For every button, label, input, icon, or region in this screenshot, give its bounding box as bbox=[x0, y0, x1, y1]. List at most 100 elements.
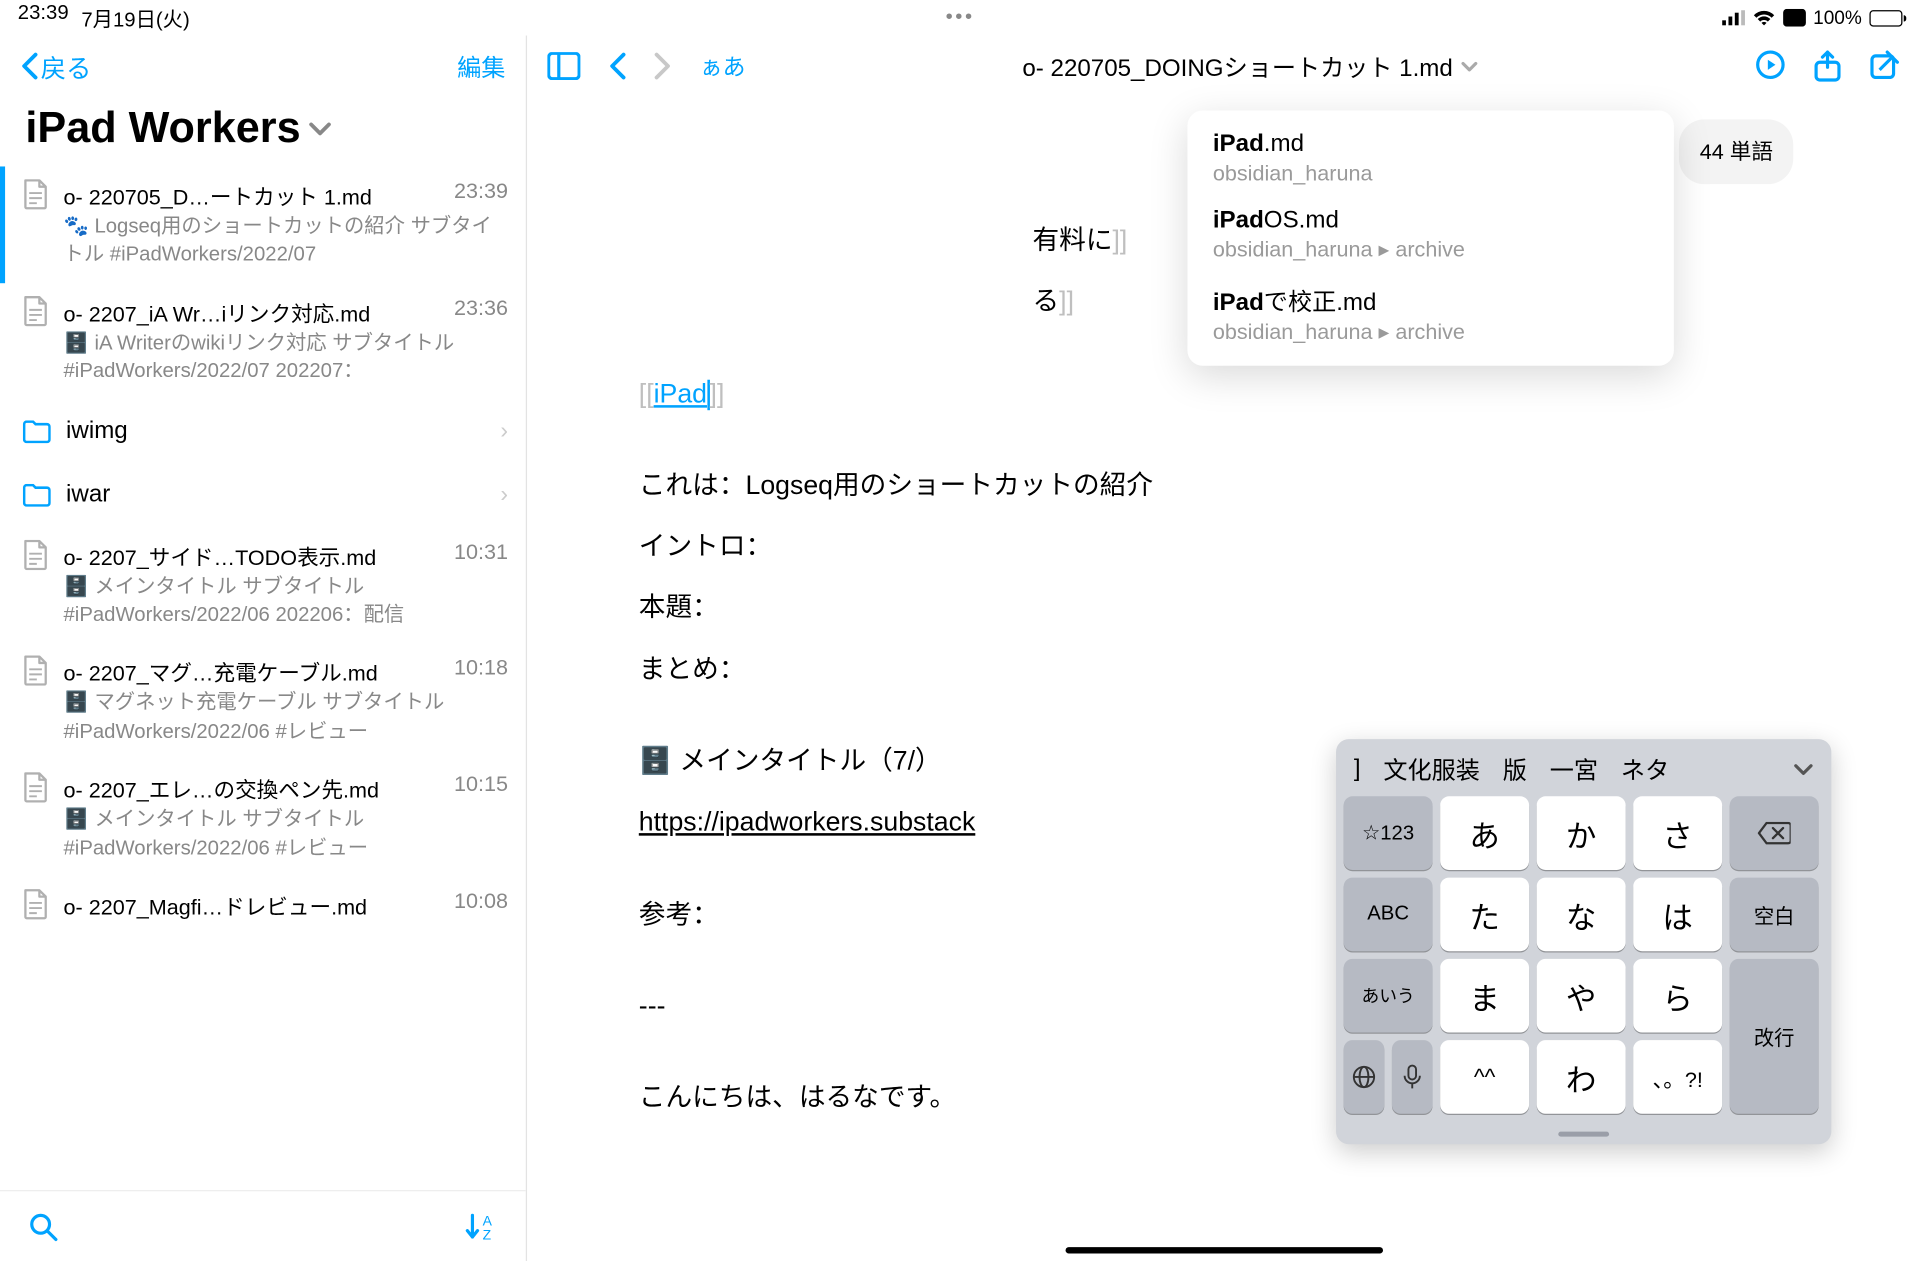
key-sa[interactable]: さ bbox=[1633, 796, 1722, 870]
doc-title: o- 2207_マグ…充電ケーブル.md bbox=[64, 656, 442, 688]
key-a[interactable]: あ bbox=[1440, 796, 1529, 870]
multitask-dots[interactable]: ••• bbox=[646, 6, 1274, 29]
autocomplete-item[interactable]: iPad.mdobsidian_haruna bbox=[1187, 121, 1673, 197]
key-return[interactable]: 改行 bbox=[1730, 959, 1819, 1114]
vpn-icon bbox=[1783, 9, 1806, 27]
edit-button[interactable]: 編集 bbox=[457, 49, 505, 83]
doc-time: 10:18 bbox=[454, 656, 508, 688]
status-time: 23:39 bbox=[18, 3, 69, 33]
suggestion[interactable]: 版 bbox=[1503, 752, 1527, 786]
text-style-button[interactable]: ぁあ bbox=[700, 50, 746, 83]
cell-icon bbox=[1722, 10, 1745, 25]
doc-preview: 🗄️ iA Writerのwikiリンク対応 サブタイトル #iPadWorke… bbox=[64, 330, 509, 387]
body-line: 本題： bbox=[639, 578, 1920, 639]
folder-item[interactable]: iwimg› bbox=[0, 399, 526, 463]
chevron-down-icon bbox=[1460, 60, 1478, 71]
document-icon bbox=[23, 296, 51, 387]
doc-preview: 🗄️ マグネット充電ケーブル サブタイトル #iPadWorkers/2022/… bbox=[64, 690, 509, 747]
sort-button[interactable]: AZ bbox=[465, 1211, 498, 1241]
wikilink-ipad[interactable]: iPad bbox=[654, 379, 707, 408]
autocomplete-path: obsidian_haruna bbox=[1213, 161, 1649, 186]
autocomplete-title: iPad.md bbox=[1213, 131, 1649, 159]
key-ra[interactable]: ら bbox=[1633, 959, 1722, 1033]
search-button[interactable] bbox=[28, 1211, 58, 1241]
body-line: イントロ： bbox=[639, 517, 1920, 578]
key-ma[interactable]: ま bbox=[1440, 959, 1529, 1033]
key-ka[interactable]: か bbox=[1537, 796, 1626, 870]
folder-name: iwar bbox=[66, 481, 110, 509]
doc-preview: 🐾 Logseq用のショートカットの紹介 サブタイトル #iPadWorkers… bbox=[64, 213, 509, 270]
doc-title: o- 2207_エレ…の交換ペン先.md bbox=[64, 772, 442, 804]
doc-time: 10:15 bbox=[454, 772, 508, 804]
document-item[interactable]: o- 220705_D…ートカット 1.md23:39🐾 Logseq用のショー… bbox=[0, 166, 526, 283]
partial-text: る bbox=[1033, 287, 1060, 316]
suggestion[interactable]: 一宮 bbox=[1550, 752, 1598, 786]
key-small[interactable]: ^^ bbox=[1440, 1040, 1529, 1114]
key-kana[interactable]: あいう bbox=[1344, 959, 1433, 1033]
autocomplete-title: iPadで校正.md bbox=[1213, 283, 1649, 317]
key-punct[interactable]: 、。?! bbox=[1633, 1040, 1722, 1114]
share-button[interactable] bbox=[1814, 50, 1842, 83]
keyboard-drag-handle[interactable] bbox=[1344, 1114, 1824, 1137]
chevron-right-icon: › bbox=[500, 481, 508, 508]
doc-time: 23:36 bbox=[454, 296, 508, 328]
autocomplete-item[interactable]: iPadOS.mdobsidian_haruna ▸ archive bbox=[1187, 197, 1673, 273]
key-ta[interactable]: た bbox=[1440, 878, 1529, 952]
wifi-icon bbox=[1752, 10, 1775, 27]
keyboard-suggestions: ] 文化服装 版 一宮 ネタ bbox=[1344, 747, 1824, 797]
autocomplete-item[interactable]: iPadで校正.md obsidian_haruna ▸ archive bbox=[1187, 273, 1673, 356]
editor-toolbar: ぁあ o- 220705_DOINGショートカット 1.md bbox=[527, 36, 1920, 97]
document-item[interactable]: o- 2207_Magfi…ドレビュー.md10:08 bbox=[0, 876, 526, 936]
document-icon bbox=[23, 889, 51, 923]
key-num[interactable]: ☆123 bbox=[1344, 796, 1433, 870]
document-icon bbox=[23, 772, 51, 863]
folder-item[interactable]: iwar › bbox=[0, 463, 526, 527]
word-count-badge[interactable]: 44 単語 bbox=[1679, 119, 1793, 184]
folder-name: iwimg bbox=[66, 417, 128, 445]
status-date: 7月19日(火) bbox=[81, 3, 189, 33]
url-link[interactable]: https://ipadworkers.substack bbox=[639, 808, 975, 837]
document-icon bbox=[23, 539, 51, 630]
suggestion[interactable]: ネタ bbox=[1621, 752, 1669, 786]
compose-button[interactable] bbox=[1869, 50, 1899, 83]
document-list[interactable]: o- 220705_D…ートカット 1.md23:39🐾 Logseq用のショー… bbox=[0, 166, 526, 1190]
doc-title: o- 2207_iA Wr…iリンク対応.md bbox=[64, 296, 442, 328]
key-ya[interactable]: や bbox=[1537, 959, 1626, 1033]
floating-keyboard[interactable]: ] 文化服装 版 一宮 ネタ ☆123 あ か さ bbox=[1336, 739, 1831, 1144]
key-abc[interactable]: ABC bbox=[1344, 878, 1433, 952]
editor-pane: ぁあ o- 220705_DOINGショートカット 1.md bbox=[527, 36, 1920, 1261]
back-button[interactable]: 戻る bbox=[20, 48, 91, 85]
svg-text:Z: Z bbox=[483, 1226, 492, 1242]
key-na[interactable]: な bbox=[1537, 878, 1626, 952]
key-wa[interactable]: わ bbox=[1537, 1040, 1626, 1114]
sidebar-toggle-icon[interactable] bbox=[547, 52, 580, 80]
doc-time: 10:31 bbox=[454, 539, 508, 571]
key-globe[interactable] bbox=[1344, 1040, 1385, 1114]
autocomplete-path: obsidian_haruna ▸ archive bbox=[1213, 320, 1649, 345]
key-ha[interactable]: は bbox=[1633, 878, 1722, 952]
body-line: まとめ： bbox=[639, 640, 1920, 701]
history-back-icon[interactable] bbox=[608, 52, 626, 80]
suggestion[interactable]: ] bbox=[1354, 755, 1361, 783]
document-item[interactable]: o- 2207_iA Wr…iリンク対応.md 23:36🗄️ iA Writer… bbox=[0, 283, 526, 400]
document-item[interactable]: o- 2207_マグ…充電ケーブル.md 10:18🗄️ マグネット充電ケーブル … bbox=[0, 643, 526, 760]
suggestion-expand-icon[interactable] bbox=[1793, 763, 1813, 776]
home-indicator[interactable] bbox=[1065, 1247, 1383, 1253]
document-title[interactable]: o- 220705_DOINGショートカット 1.md bbox=[773, 49, 1727, 83]
doc-preview: 🗄️ メインタイトル サブタイトル #iPadWorkers/2022/06 #… bbox=[64, 807, 509, 864]
document-item[interactable]: o- 2207_サイド…TODO表示.md10:31🗄️ メインタイトル サブタ… bbox=[0, 526, 526, 643]
autocomplete-dropdown: iPad.mdobsidian_harunaiPadOS.mdobsidian_… bbox=[1187, 110, 1673, 365]
folder-icon bbox=[23, 483, 51, 506]
doc-time: 10:08 bbox=[454, 889, 508, 921]
chevron-down-icon bbox=[308, 121, 331, 136]
document-item[interactable]: o- 2207_エレ…の交換ペン先.md 10:15🗄️ メインタイトル サブタイ… bbox=[0, 760, 526, 877]
key-backspace[interactable] bbox=[1730, 796, 1819, 870]
key-mic[interactable] bbox=[1392, 1040, 1433, 1114]
partial-text: 有料に bbox=[1033, 226, 1113, 255]
suggestion[interactable]: 文化服装 bbox=[1383, 752, 1480, 786]
preview-button[interactable] bbox=[1755, 50, 1785, 83]
key-space[interactable]: 空白 bbox=[1730, 878, 1819, 952]
body-line: これは：Logseq用のショートカットの紹介 bbox=[639, 456, 1920, 517]
document-icon bbox=[23, 179, 51, 270]
library-title[interactable]: iPad Workers bbox=[0, 97, 526, 167]
